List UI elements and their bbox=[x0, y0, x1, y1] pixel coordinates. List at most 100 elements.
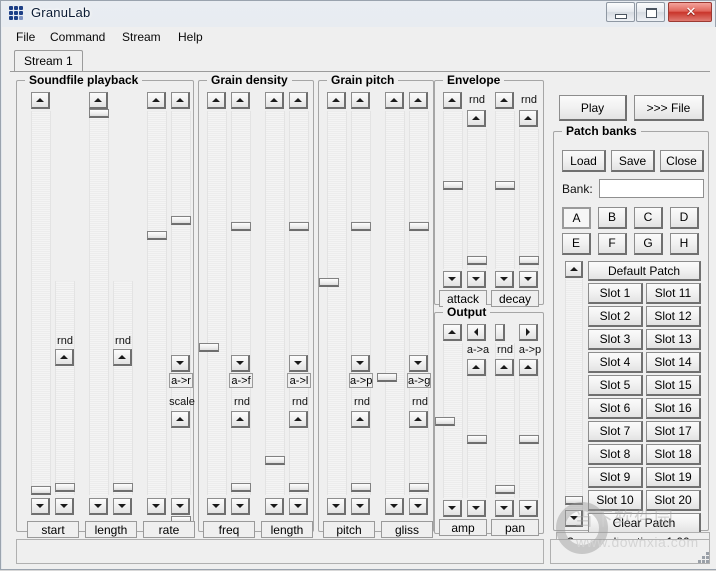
slot-button-3[interactable]: Slot 3 bbox=[588, 329, 643, 350]
map-field-density-length[interactable]: a->l bbox=[287, 373, 311, 388]
slider-down-rate-scale[interactable] bbox=[171, 498, 190, 515]
menu-item-command[interactable]: Command bbox=[44, 29, 111, 45]
slider-thumb-rate[interactable] bbox=[147, 231, 167, 240]
slider-thumb-start-rnd[interactable] bbox=[55, 483, 75, 492]
slider-up-gliss[interactable] bbox=[385, 92, 404, 109]
menu-item-stream[interactable]: Stream bbox=[116, 29, 167, 45]
save-button[interactable]: Save bbox=[611, 150, 655, 172]
bank-button-a[interactable]: A bbox=[562, 207, 591, 229]
slider-down-gliss-rnd[interactable] bbox=[409, 498, 428, 515]
slider-up-length[interactable] bbox=[89, 92, 108, 109]
slider-down-length[interactable] bbox=[89, 498, 108, 515]
slot-button-11[interactable]: Slot 11 bbox=[646, 283, 701, 304]
slider-down-rate[interactable] bbox=[147, 498, 166, 515]
slider-down-freq-rnd[interactable] bbox=[231, 498, 250, 515]
slider-up-gliss-rnd-lower[interactable] bbox=[409, 411, 428, 428]
bank-button-d[interactable]: D bbox=[670, 207, 699, 229]
slider-down-pan-map[interactable] bbox=[519, 500, 538, 517]
slider-down-pitch[interactable] bbox=[327, 498, 346, 515]
slot-list-scroll-thumb[interactable] bbox=[565, 496, 583, 505]
slider-track-length-rnd[interactable] bbox=[113, 281, 133, 495]
slider-down-amp-map[interactable] bbox=[467, 500, 486, 517]
close-button[interactable]: ✕ bbox=[668, 2, 712, 22]
slider-down-length-rnd[interactable] bbox=[113, 498, 132, 515]
slider-up-decay-rnd[interactable] bbox=[519, 110, 538, 127]
map-field-freq[interactable]: a->f bbox=[229, 373, 253, 388]
slider-track-pitch-rnd[interactable] bbox=[351, 111, 371, 495]
slider-thumb-length[interactable] bbox=[89, 109, 109, 118]
slider-up-pitch[interactable] bbox=[327, 92, 346, 109]
slider-divider-pan[interactable] bbox=[495, 324, 505, 341]
slider-thumb-pan-map[interactable] bbox=[519, 435, 539, 444]
slider-up-amp-map[interactable] bbox=[467, 359, 486, 376]
slot-button-17[interactable]: Slot 17 bbox=[646, 421, 701, 442]
slider-track-length[interactable] bbox=[89, 111, 109, 495]
slider-down-pitch-rnd[interactable] bbox=[351, 498, 370, 515]
menu-item-help[interactable]: Help bbox=[172, 29, 209, 45]
map-left-button-amp[interactable] bbox=[467, 324, 486, 341]
slider-thumb-density-length[interactable] bbox=[265, 456, 285, 465]
slot-button-5[interactable]: Slot 5 bbox=[588, 375, 643, 396]
slot-button-8[interactable]: Slot 8 bbox=[588, 444, 643, 465]
map-field-gliss[interactable]: a->g bbox=[407, 373, 431, 388]
minimize-button[interactable] bbox=[606, 2, 635, 22]
slider-thumb-rate-scale-upper[interactable] bbox=[171, 216, 191, 225]
map-down-button-pitch[interactable] bbox=[351, 355, 370, 372]
load-button[interactable]: Load bbox=[562, 150, 606, 172]
slider-up-start[interactable] bbox=[31, 92, 50, 109]
slider-thumb-start[interactable] bbox=[31, 486, 51, 495]
map-down-button-density-length[interactable] bbox=[289, 355, 308, 372]
slider-down-density-length-rnd[interactable] bbox=[289, 498, 308, 515]
file-button[interactable]: >>> File bbox=[634, 95, 704, 121]
slider-down-density-length[interactable] bbox=[265, 498, 284, 515]
bank-button-h[interactable]: H bbox=[670, 233, 699, 255]
resize-grip[interactable] bbox=[695, 549, 711, 565]
slider-down-decay[interactable] bbox=[495, 271, 514, 288]
slot-button-2[interactable]: Slot 2 bbox=[588, 306, 643, 327]
slider-up-rate[interactable] bbox=[147, 92, 166, 109]
slider-track-rate[interactable] bbox=[147, 111, 167, 495]
slider-up-freq-rnd-lower[interactable] bbox=[231, 411, 250, 428]
slider-down-attack-rnd[interactable] bbox=[467, 271, 486, 288]
slot-list-scroll-down[interactable] bbox=[565, 510, 583, 527]
slider-track-rate-scale[interactable] bbox=[171, 111, 191, 495]
slider-thumb-decay[interactable] bbox=[495, 181, 515, 190]
slider-thumb-attack[interactable] bbox=[443, 181, 463, 190]
slot-button-4[interactable]: Slot 4 bbox=[588, 352, 643, 373]
slider-down-start-rnd[interactable] bbox=[55, 498, 74, 515]
map-down-button-gliss[interactable] bbox=[409, 355, 428, 372]
clear-patch-button[interactable]: Clear Patch bbox=[588, 513, 701, 534]
slider-down-start[interactable] bbox=[31, 498, 50, 515]
slider-up-attack-rnd[interactable] bbox=[467, 110, 486, 127]
slot-button-15[interactable]: Slot 15 bbox=[646, 375, 701, 396]
slot-button-12[interactable]: Slot 12 bbox=[646, 306, 701, 327]
slider-thumb-pan-rnd[interactable] bbox=[495, 485, 515, 494]
maximize-button[interactable] bbox=[636, 2, 665, 22]
slider-thumb-density-length-upper[interactable] bbox=[289, 222, 309, 231]
slider-thumb-gliss[interactable] bbox=[377, 373, 397, 382]
slider-track-amp-map[interactable] bbox=[467, 361, 487, 498]
slider-track-attack-rnd[interactable] bbox=[467, 129, 487, 269]
bank-button-b[interactable]: B bbox=[598, 207, 627, 229]
slider-track-decay-rnd[interactable] bbox=[519, 129, 539, 269]
slider-up-pan-rnd[interactable] bbox=[495, 359, 514, 376]
slot-button-16[interactable]: Slot 16 bbox=[646, 398, 701, 419]
slider-thumb-pitch[interactable] bbox=[319, 278, 339, 287]
slider-track-density-length-rnd[interactable] bbox=[289, 111, 309, 495]
slot-button-9[interactable]: Slot 9 bbox=[588, 467, 643, 488]
slider-up-pitch-rnd-lower[interactable] bbox=[351, 411, 370, 428]
slider-up-density-length-rnd-lower[interactable] bbox=[289, 411, 308, 428]
slider-track-decay[interactable] bbox=[495, 111, 515, 269]
slot-button-1[interactable]: Slot 1 bbox=[588, 283, 643, 304]
slider-up-pan-map[interactable] bbox=[519, 359, 538, 376]
slider-up-rate-scale[interactable] bbox=[171, 92, 190, 109]
slot-button-10[interactable]: Slot 10 bbox=[588, 490, 643, 511]
slot-button-6[interactable]: Slot 6 bbox=[588, 398, 643, 419]
slot-button-20[interactable]: Slot 20 bbox=[646, 490, 701, 511]
map-field-pitch[interactable]: a->p bbox=[349, 373, 373, 388]
map-down-button-rate[interactable] bbox=[171, 355, 190, 372]
slot-button-13[interactable]: Slot 13 bbox=[646, 329, 701, 350]
slider-track-pitch[interactable] bbox=[327, 111, 347, 495]
slider-thumb-freq-upper[interactable] bbox=[231, 222, 251, 231]
slider-track-freq-rnd[interactable] bbox=[231, 111, 251, 495]
